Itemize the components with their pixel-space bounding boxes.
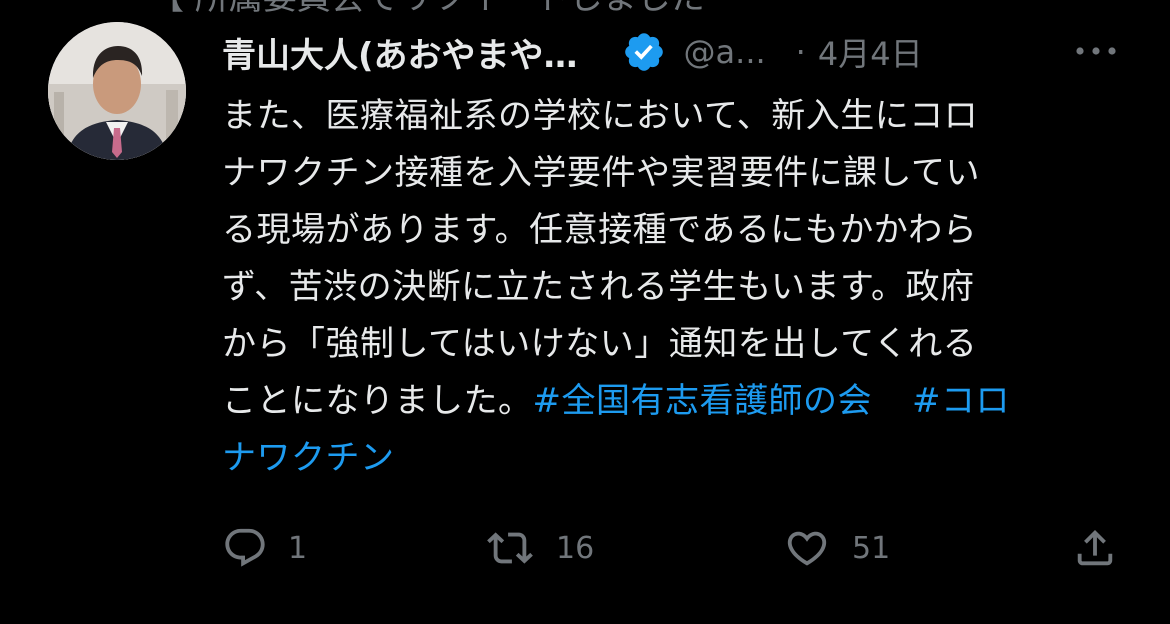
handle[interactable]: @a... bbox=[684, 33, 766, 71]
hashtag-link[interactable]: #全国有志看護師の会 bbox=[533, 381, 873, 421]
tweet-text-line: ず、苦渋の決断に立たされる学生もいます。政府 bbox=[222, 267, 975, 307]
hashtag-link[interactable]: #コロ bbox=[912, 381, 1010, 421]
tweet-actions: 1 16 51 bbox=[0, 520, 1170, 576]
reply-count: 1 bbox=[288, 530, 308, 566]
reply-button[interactable]: 1 bbox=[222, 520, 307, 576]
tweet-text-line: ナワクチン接種を入学要件や実習要件に課してい bbox=[222, 153, 980, 193]
tweet-header: 青山大人(あおやまや… @a... · 4月4日 bbox=[222, 26, 923, 78]
tweet-text: また、医療福祉系の学校において、新入生にコロ ナワクチン接種を入学要件や実習要件… bbox=[222, 88, 1102, 487]
retweet-count: 16 bbox=[556, 530, 595, 566]
tweet-text-line: ことになりました。#全国有志看護師の会 #コロ bbox=[222, 373, 1102, 430]
avatar[interactable] bbox=[48, 22, 186, 160]
hashtag-link-continuation[interactable]: ナワクチン bbox=[222, 438, 395, 478]
tweet-text-segment: ことになりました。 bbox=[222, 381, 533, 421]
separator-dot: · bbox=[795, 33, 806, 71]
tweet-date[interactable]: 4月4日 bbox=[818, 29, 923, 75]
share-icon bbox=[1077, 529, 1113, 566]
tweet-text-line: ナワクチン bbox=[222, 430, 1102, 487]
more-options-icon[interactable] bbox=[1072, 36, 1120, 66]
like-count: 51 bbox=[852, 530, 891, 566]
retweet-icon bbox=[487, 532, 533, 564]
tweet-text-line: から「強制してはいけない」通知を出してくれる bbox=[222, 324, 978, 364]
tweet-text-line: また、医療福祉系の学校において、新入生にコロ bbox=[222, 96, 979, 136]
retweet-button[interactable]: 16 bbox=[484, 520, 594, 576]
display-name[interactable]: 青山大人(あおやまや… bbox=[222, 28, 578, 77]
like-button[interactable]: 51 bbox=[782, 520, 890, 576]
heart-icon bbox=[787, 531, 827, 566]
verified-badge-icon bbox=[624, 33, 663, 71]
previous-item-fragment: 【 所属委員会でリツイートしました bbox=[150, 0, 705, 18]
reply-icon bbox=[225, 528, 265, 567]
tweet-text-line: る現場があります。任意接種であるにもかかわら bbox=[222, 210, 978, 250]
share-button[interactable] bbox=[1072, 520, 1118, 576]
